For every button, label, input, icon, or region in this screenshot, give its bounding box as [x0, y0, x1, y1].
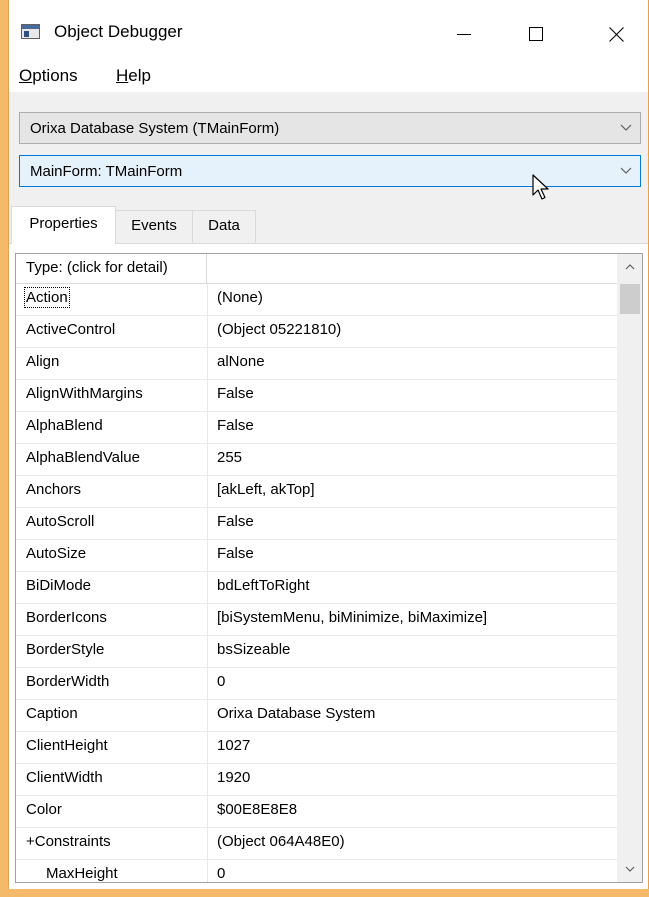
table-row[interactable]: Caption Orixa Database System	[16, 700, 617, 732]
chevron-up-icon	[625, 264, 635, 270]
menu-options-label: ptions	[32, 66, 78, 85]
menu-bar: Options Help	[9, 62, 648, 92]
property-name: BiDiMode	[26, 577, 92, 594]
property-value[interactable]: 0	[217, 673, 225, 690]
minimize-icon	[457, 34, 471, 35]
property-value[interactable]: 1920	[217, 769, 250, 786]
table-row[interactable]: AlignWithMargins False	[16, 380, 617, 412]
maximize-button[interactable]	[513, 14, 559, 54]
property-value[interactable]: [biSystemMenu, biMinimize, biMaximize]	[217, 609, 487, 626]
property-value[interactable]: bsSizeable	[217, 641, 290, 658]
property-name: MaxHeight	[46, 865, 118, 882]
property-name: AlphaBlendValue	[26, 449, 140, 466]
tab-events-label: Events	[131, 217, 177, 234]
property-value[interactable]: False	[217, 513, 254, 530]
tab-properties-label: Properties	[29, 215, 98, 232]
close-icon	[608, 26, 624, 42]
object-selector-value: MainForm: TMainForm	[30, 163, 183, 180]
maximize-icon	[529, 27, 543, 41]
property-name: AutoScroll	[26, 513, 95, 530]
table-row[interactable]: ActiveControl (Object 05221810)	[16, 316, 617, 348]
table-row[interactable]: Align alNone	[16, 348, 617, 380]
table-row[interactable]: +Constraints (Object 064A48E0)	[16, 828, 617, 860]
table-row[interactable]: AutoSize False	[16, 540, 617, 572]
property-name: ClientWidth	[26, 769, 103, 786]
menu-options-accelerator: O	[19, 66, 33, 85]
tab-data[interactable]: Data	[192, 210, 256, 242]
title-bar[interactable]: Object Debugger	[9, 0, 648, 62]
grid-header-row[interactable]: Type: (click for detail)	[16, 254, 617, 284]
table-row[interactable]: ClientWidth 1920	[16, 764, 617, 796]
mouse-pointer-icon	[532, 174, 549, 200]
table-row[interactable]: AlphaBlendValue 255	[16, 444, 617, 476]
menu-options[interactable]: Options	[19, 66, 78, 86]
scroll-thumb[interactable]	[620, 284, 640, 314]
table-row[interactable]: MaxHeight 0	[16, 860, 617, 882]
property-rows: Action (None) ActiveControl (Object 052218…	[16, 284, 617, 882]
property-grid[interactable]: Type: (click for detail) Action (None) Ac…	[15, 253, 643, 883]
property-value[interactable]: bdLeftToRight	[217, 577, 310, 594]
property-name: ClientHeight	[26, 737, 108, 754]
property-value[interactable]: $00E8E8E8	[217, 801, 297, 818]
menu-help[interactable]: Help	[116, 66, 151, 86]
property-value[interactable]: 0	[217, 865, 225, 882]
property-name: AlignWithMargins	[26, 385, 143, 402]
menu-help-accelerator: H	[116, 66, 129, 85]
property-name: ActiveControl	[26, 321, 116, 338]
property-name: Anchors	[26, 481, 82, 498]
property-name: Action	[24, 287, 70, 308]
property-value[interactable]: 1027	[217, 737, 250, 754]
vertical-scrollbar[interactable]	[617, 254, 642, 882]
scroll-down-button[interactable]	[617, 856, 642, 882]
property-name: BorderIcons	[26, 609, 107, 626]
table-row[interactable]: Anchors [akLeft, akTop]	[16, 476, 617, 508]
table-row[interactable]: AlphaBlend False	[16, 412, 617, 444]
property-value[interactable]: (Object 05221810)	[217, 321, 341, 338]
property-value[interactable]: False	[217, 545, 254, 562]
property-value[interactable]: Orixa Database System	[217, 705, 375, 722]
property-name: Align	[26, 353, 60, 370]
scroll-up-button[interactable]	[617, 254, 642, 280]
table-row[interactable]: BorderIcons [biSystemMenu, biMinimize, bi…	[16, 604, 617, 636]
window-title: Object Debugger	[54, 22, 183, 41]
chevron-down-icon	[620, 124, 632, 131]
application-selector-value: Orixa Database System (TMainForm)	[30, 120, 280, 137]
tab-properties[interactable]: Properties	[11, 206, 116, 244]
table-row[interactable]: BorderStyle bsSizeable	[16, 636, 617, 668]
table-row[interactable]: ClientHeight 1027	[16, 732, 617, 764]
chevron-down-icon	[625, 866, 635, 872]
type-detail-cell[interactable]: Type: (click for detail)	[16, 254, 207, 284]
property-name: Caption	[26, 705, 78, 722]
close-button[interactable]	[593, 14, 639, 54]
property-value[interactable]: False	[217, 385, 254, 402]
tab-data-label: Data	[208, 217, 240, 234]
table-row[interactable]: AutoScroll False	[16, 508, 617, 540]
property-value[interactable]: (None)	[217, 289, 263, 306]
menu-help-label: elp	[128, 66, 151, 85]
object-debugger-window: Object Debugger Options Help Orixa Datab…	[8, 0, 649, 889]
chevron-down-icon	[620, 167, 632, 174]
property-name: +Constraints	[26, 833, 111, 850]
property-value[interactable]: False	[217, 417, 254, 434]
application-selector[interactable]: Orixa Database System (TMainForm)	[19, 112, 641, 144]
property-name: AutoSize	[26, 545, 87, 562]
table-row[interactable]: Color $00E8E8E8	[16, 796, 617, 828]
tab-events[interactable]: Events	[115, 210, 193, 242]
property-value[interactable]: 255	[217, 449, 242, 466]
property-value[interactable]: [akLeft, akTop]	[217, 481, 315, 498]
table-row[interactable]: Action (None)	[16, 284, 617, 316]
property-name: BorderWidth	[26, 673, 110, 690]
property-name: BorderStyle	[26, 641, 105, 658]
property-value[interactable]: alNone	[217, 353, 265, 370]
property-value[interactable]: (Object 064A48E0)	[217, 833, 345, 850]
property-name: Color	[26, 801, 62, 818]
minimize-button[interactable]	[441, 14, 487, 54]
table-row[interactable]: BiDiMode bdLeftToRight	[16, 572, 617, 604]
tab-strip: Properties Events Data	[9, 206, 648, 244]
property-name: AlphaBlend	[26, 417, 103, 434]
table-row[interactable]: BorderWidth 0	[16, 668, 617, 700]
object-debugger-app-icon	[21, 24, 40, 39]
